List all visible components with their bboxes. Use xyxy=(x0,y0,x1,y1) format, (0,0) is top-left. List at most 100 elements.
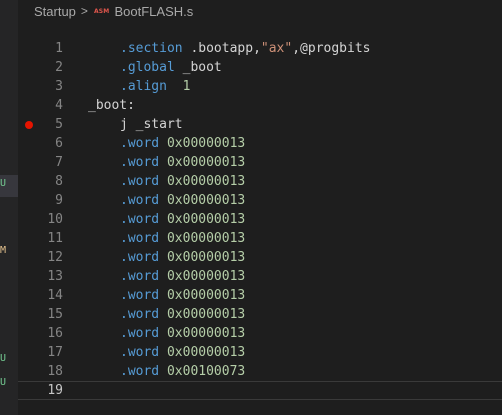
code-line[interactable]: 10 .word 0x00000013 xyxy=(18,210,502,229)
line-number: 2 xyxy=(55,60,63,75)
code-directive: .word xyxy=(120,174,160,189)
code-number: 0x00100073 xyxy=(166,364,246,379)
code-text: j _start xyxy=(120,115,183,134)
line-number: 5 xyxy=(55,117,63,132)
code-editor[interactable]: 1 .section .bootapp,"ax",@progbits 2 .globa… xyxy=(18,39,502,400)
code-token: .bootapp, xyxy=(182,41,261,56)
code-number: 0x00000013 xyxy=(166,326,246,341)
code-text: .word 0x00100073 xyxy=(120,362,245,381)
code-text: .word 0x00000013 xyxy=(120,343,245,362)
code-number: 0x00000013 xyxy=(166,155,246,170)
code-text: .word 0x00000013 xyxy=(120,248,245,267)
code-text: .word 0x00000013 xyxy=(120,267,245,286)
code-number: 0x00000013 xyxy=(166,231,246,246)
code-directive: .global xyxy=(120,60,175,75)
line-number: 18 xyxy=(47,364,63,379)
code-directive: .word xyxy=(120,212,160,227)
code-directive: .word xyxy=(120,250,160,265)
code-line[interactable]: 14 .word 0x00000013 xyxy=(18,286,502,305)
code-label: _boot: xyxy=(88,98,135,113)
code-text: .word 0x00000013 xyxy=(120,153,245,172)
code-line[interactable]: 4 _boot: xyxy=(18,96,502,115)
code-line[interactable]: 3 .align 1 xyxy=(18,77,502,96)
code-line[interactable]: 15 .word 0x00000013 xyxy=(18,305,502,324)
code-text: .word 0x00000013 xyxy=(120,210,245,229)
line-number: 6 xyxy=(55,136,63,151)
line-number: 11 xyxy=(47,231,63,246)
git-untracked-badge: U xyxy=(0,178,7,189)
code-number: 0x00000013 xyxy=(166,250,246,265)
code-line[interactable]: 7 .word 0x00000013 xyxy=(18,153,502,172)
code-line[interactable]: 6 .word 0x00000013 xyxy=(18,134,502,153)
code-directive: .word xyxy=(120,269,160,284)
code-number: 0x00000013 xyxy=(166,136,246,151)
code-directive: .section xyxy=(120,41,183,56)
line-number: 7 xyxy=(55,155,63,170)
code-text: .word 0x00000013 xyxy=(120,305,245,324)
code-text: .word 0x00000013 xyxy=(120,229,245,248)
code-text: .word 0x00000013 xyxy=(120,172,245,191)
code-number: 0x00000013 xyxy=(166,307,246,322)
code-text: .section .bootapp,"ax",@progbits xyxy=(120,39,371,58)
line-number: 14 xyxy=(47,288,63,303)
git-modified-badge: M xyxy=(0,245,7,256)
line-number: 17 xyxy=(47,345,63,360)
code-directive: .word xyxy=(120,155,160,170)
code-directive: .word xyxy=(120,364,160,379)
git-untracked-badge: U xyxy=(0,377,7,388)
code-number: 0x00000013 xyxy=(166,174,246,189)
breadcrumb-file[interactable]: BootFLASH.s xyxy=(114,4,193,19)
code-line[interactable]: 16 .word 0x00000013 xyxy=(18,324,502,343)
git-untracked-badge: U xyxy=(0,353,7,364)
assembly-file-icon: ASM xyxy=(93,7,110,15)
code-token: _boot xyxy=(174,60,222,75)
code-line[interactable]: 12 .word 0x00000013 xyxy=(18,248,502,267)
code-directive: .word xyxy=(120,326,160,341)
code-line[interactable]: 18 .word 0x00100073 xyxy=(18,362,502,381)
code-directive: .word xyxy=(120,231,160,246)
code-number: 0x00000013 xyxy=(166,345,246,360)
code-instruction: j _start xyxy=(120,117,183,132)
code-directive: .align xyxy=(120,79,167,94)
line-number: 3 xyxy=(55,79,63,94)
code-text: .word 0x00000013 xyxy=(120,191,245,210)
code-token: ,@progbits xyxy=(292,41,371,56)
code-line[interactable]: 2 .global _boot xyxy=(18,58,502,77)
code-text: .global _boot xyxy=(120,58,222,77)
code-directive: .word xyxy=(120,193,160,208)
code-text: .word 0x00000013 xyxy=(120,134,245,153)
line-number: 16 xyxy=(47,326,63,341)
code-directive: .word xyxy=(120,136,160,151)
code-text: .word 0x00000013 xyxy=(120,324,245,343)
code-line[interactable]: 19 xyxy=(18,381,502,400)
code-text: _boot: xyxy=(88,96,135,115)
code-line[interactable]: 17 .word 0x00000013 xyxy=(18,343,502,362)
code-directive: .word xyxy=(120,345,160,360)
breadcrumb-folder[interactable]: Startup xyxy=(34,4,76,19)
code-line[interactable]: 13 .word 0x00000013 xyxy=(18,267,502,286)
code-directive: .word xyxy=(120,307,160,322)
line-number: 4 xyxy=(55,98,63,113)
code-line[interactable]: 1 .section .bootapp,"ax",@progbits xyxy=(18,39,502,58)
code-line[interactable]: 9 .word 0x00000013 xyxy=(18,191,502,210)
line-number: 8 xyxy=(55,174,63,189)
line-number: 12 xyxy=(47,250,63,265)
line-number: 13 xyxy=(47,269,63,284)
breadcrumb: Startup > ASM BootFLASH.s xyxy=(18,0,502,22)
line-number: 10 xyxy=(47,212,63,227)
code-string: "ax" xyxy=(260,41,293,56)
code-line[interactable]: 8 .word 0x00000013 xyxy=(18,172,502,191)
code-line[interactable]: 11 .word 0x00000013 xyxy=(18,229,502,248)
code-number: 0x00000013 xyxy=(166,212,246,227)
code-text: .align 1 xyxy=(120,77,190,96)
editor-window: U M U U Startup > ASM BootFLASH.s 1 .sect… xyxy=(0,0,502,415)
code-number: 0x00000013 xyxy=(166,269,246,284)
code-number: 1 xyxy=(182,79,191,94)
code-line[interactable]: 5 j _start xyxy=(18,115,502,134)
code-text: .word 0x00000013 xyxy=(120,286,245,305)
line-number: 19 xyxy=(47,383,63,398)
code-directive: .word xyxy=(120,288,160,303)
line-number: 15 xyxy=(47,307,63,322)
chevron-right-icon: > xyxy=(80,4,88,18)
